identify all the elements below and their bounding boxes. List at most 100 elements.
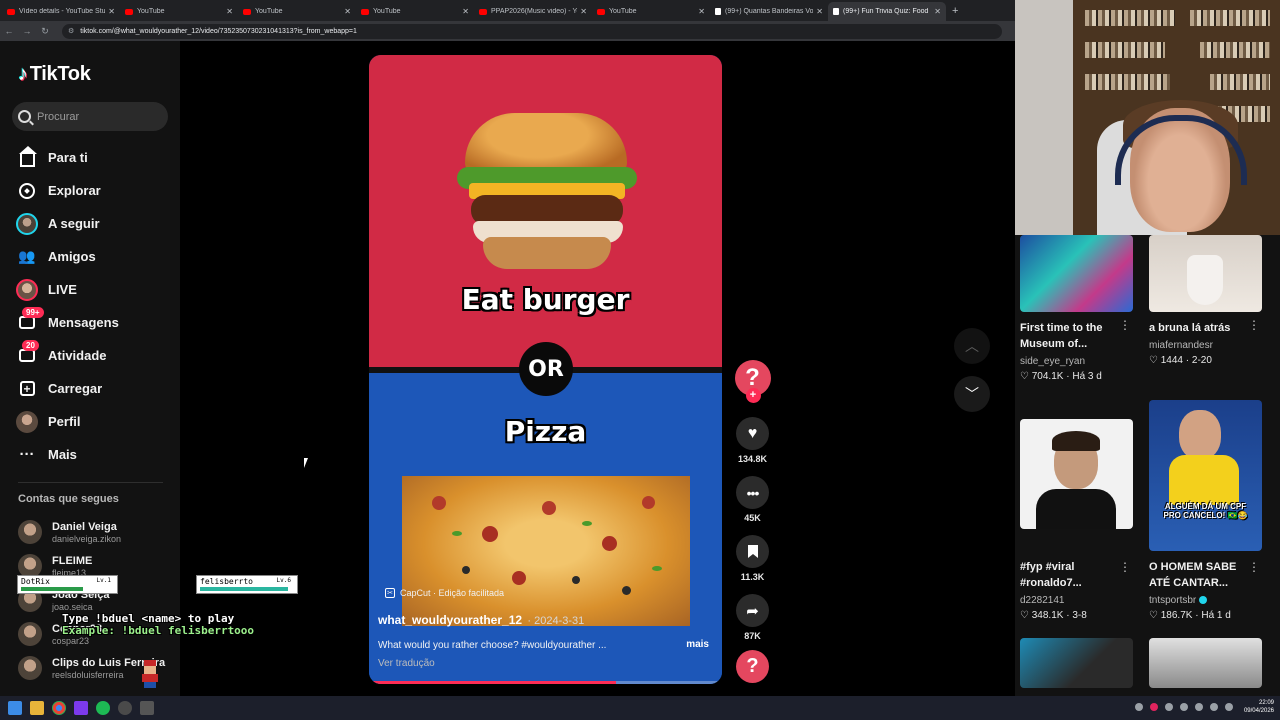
close-tab-icon[interactable]: ✕ — [934, 7, 941, 16]
live-avatar-icon — [16, 278, 38, 301]
browser-tab[interactable]: YouTube ✕ — [356, 2, 474, 21]
reload-icon[interactable]: ↻ — [36, 26, 54, 37]
related-video-card[interactable]: ALGUÉM DÁ UM CPF PRO CANCELO! 🇧🇷😂 O HOME… — [1149, 400, 1262, 621]
close-tab-icon[interactable]: ✕ — [698, 7, 705, 16]
save-button[interactable]: 11.3K — [734, 535, 771, 582]
player1-name: DotRix — [21, 577, 50, 586]
more-options-icon[interactable]: ⋮ — [1248, 318, 1260, 332]
nav-amigos[interactable]: 👥 Amigos — [14, 240, 119, 273]
views-icon: ♡ — [1149, 355, 1158, 366]
nav-atividade[interactable]: 20 Atividade — [14, 339, 119, 372]
tiktok-logo[interactable]: ♪ TikTok — [18, 63, 91, 86]
nav-perfil[interactable]: Perfil — [14, 405, 119, 438]
sidebar-divider — [18, 482, 163, 483]
nav-para-ti[interactable]: Para ti — [14, 141, 119, 174]
tray-app-icon[interactable] — [1179, 703, 1188, 711]
tray-app-icon[interactable] — [1134, 703, 1143, 711]
nav-a-seguir[interactable]: A seguir — [14, 207, 119, 240]
search-box[interactable] — [12, 102, 168, 131]
more-options-icon[interactable]: ⋮ — [1248, 560, 1260, 574]
forward-icon[interactable]: → — [18, 26, 36, 36]
related-video-card[interactable] — [1149, 638, 1262, 688]
related-stats: ♡ 1444 · 2-20 — [1149, 355, 1212, 366]
previous-video-button[interactable]: ︿ — [954, 328, 990, 364]
following-account[interactable]: Daniel Veiga danielveiga.zikon — [18, 515, 165, 549]
browser-tab[interactable]: Vídeo details - YouTube Studio ✕ — [2, 2, 120, 21]
related-video-card[interactable]: First time to the Museum of... ⋮ side_ey… — [1020, 235, 1133, 382]
more-options-icon[interactable]: ⋮ — [1119, 318, 1131, 332]
views-icon: ♡ — [1149, 610, 1158, 621]
more-button[interactable]: mais — [686, 639, 709, 650]
like-button[interactable]: ♥ 134.8K — [734, 417, 771, 464]
close-tab-icon[interactable]: ✕ — [344, 7, 351, 16]
nav-mais[interactable]: ··· Mais — [14, 438, 119, 471]
sound-avatar-button[interactable]: ? — [734, 650, 771, 683]
or-badge: OR — [519, 342, 573, 396]
spotify-icon[interactable] — [96, 701, 110, 715]
next-video-button[interactable]: ﹀ — [954, 376, 990, 412]
start-menu-icon[interactable] — [8, 701, 22, 715]
video-progress-bar[interactable] — [369, 681, 722, 684]
browser-tab[interactable]: YouTube ✕ — [238, 2, 356, 21]
tiktok-icon — [715, 8, 721, 15]
related-video-card[interactable] — [1020, 638, 1133, 688]
new-tab-button[interactable]: + — [952, 5, 958, 17]
browser-tab[interactable]: (99+) Quantas Bandeiras Você A✕ — [710, 2, 828, 21]
browser-tab[interactable]: YouTube ✕ — [120, 2, 238, 21]
views-icon: ♡ — [1020, 371, 1029, 382]
burger-image — [457, 113, 637, 273]
nav-explorar[interactable]: Explorar — [14, 174, 119, 207]
twitch-icon[interactable] — [74, 701, 88, 715]
close-tab-icon[interactable]: ✕ — [462, 7, 469, 16]
comment-button[interactable]: ••• 45K — [734, 476, 771, 523]
video-thumbnail — [1020, 638, 1133, 688]
related-title: #fyp #viral #ronaldo7... — [1020, 561, 1082, 589]
video-progress-fill — [369, 681, 617, 684]
youtube-icon — [243, 8, 251, 15]
close-tab-icon[interactable]: ✕ — [226, 7, 233, 16]
nav-mensagens[interactable]: 99+ Mensagens — [14, 306, 119, 339]
site-info-icon[interactable]: ⚙ — [68, 27, 74, 35]
browser-tab[interactable]: YouTube ✕ — [592, 2, 710, 21]
close-tab-icon[interactable]: ✕ — [816, 7, 823, 16]
nav-carregar[interactable]: + Carregar — [14, 372, 119, 405]
chrome-icon[interactable] — [52, 701, 66, 715]
player1-hp-card: DotRix Lv.1 — [17, 575, 118, 594]
translate-link[interactable]: Ver tradução — [378, 658, 435, 669]
messages-icon — [19, 316, 35, 329]
nav-live[interactable]: LIVE — [14, 273, 119, 306]
close-tab-icon[interactable]: ✕ — [108, 7, 115, 16]
clock[interactable]: 22:09 09/04/2026 — [1244, 699, 1274, 715]
volume-icon[interactable] — [1209, 703, 1218, 711]
search-input[interactable] — [37, 110, 157, 123]
battery-icon[interactable] — [1224, 703, 1233, 711]
share-button[interactable]: ➦ 87K — [734, 594, 771, 641]
close-tab-icon[interactable]: ✕ — [580, 7, 587, 16]
video-player[interactable]: Eat burger OR Pizza ✂ CapCut · Edição fa… — [369, 55, 722, 684]
file-explorer-icon[interactable] — [30, 701, 44, 715]
tray-app-icon[interactable] — [1164, 703, 1173, 711]
capcut-tag[interactable]: ✂ CapCut · Edição facilitada — [385, 588, 504, 598]
browser-tab-active[interactable]: (99+) Fun Trivia Quiz: Food ✕ — [828, 2, 946, 21]
back-icon[interactable]: ← — [0, 26, 18, 36]
related-video-card[interactable]: #fyp #viral #ronaldo7... ⋮ d2282141 ♡ 34… — [1020, 419, 1133, 621]
terminal-icon[interactable] — [140, 701, 154, 715]
wifi-icon[interactable] — [1194, 703, 1203, 711]
share-count: 87K — [744, 631, 761, 641]
webcam-feed — [1015, 0, 1280, 235]
comment-count: 45K — [744, 513, 761, 523]
main-nav: Para ti Explorar A seguir 👥 Amigos LIVE 9… — [14, 141, 119, 471]
video-author[interactable]: what_wouldyourather_12 · 2024-3-31 — [378, 613, 584, 627]
author-avatar-button[interactable]: ? + — [734, 360, 771, 403]
more-options-icon[interactable]: ⋮ — [1119, 560, 1131, 574]
related-video-card[interactable]: a bruna lá atrás ⋮ miafernandesr ♡ 1444 … — [1149, 235, 1262, 366]
follow-plus-icon[interactable]: + — [745, 388, 761, 403]
obs-icon[interactable] — [118, 701, 132, 715]
url-field[interactable]: ⚙ tiktok.com/@what_wouldyourather_12/vid… — [62, 23, 1002, 39]
like-count: 134.8K — [737, 454, 768, 464]
browser-tab[interactable]: PPAP2026(Music video) - YouTu✕ — [474, 2, 592, 21]
tray-app-icon[interactable] — [1149, 703, 1158, 711]
player2-hp-bar — [200, 587, 288, 591]
player1-level: Lv.1 — [96, 577, 111, 584]
avatar — [18, 656, 42, 680]
